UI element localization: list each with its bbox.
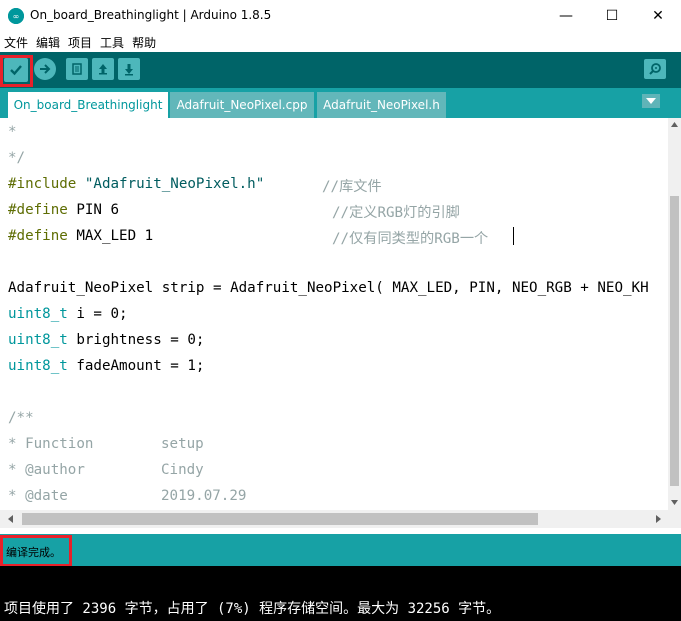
- tab-menu-button[interactable]: [642, 94, 660, 108]
- vertical-scrollbar[interactable]: [668, 118, 681, 510]
- close-button[interactable]: ✕: [635, 0, 681, 32]
- code-line: * Function: [8, 436, 94, 452]
- toolbar: [0, 52, 681, 88]
- open-button[interactable]: [92, 58, 114, 80]
- arduino-logo-icon: ∞: [8, 8, 24, 24]
- console-text: 项目使用了 2396 字节，占用了 (7%) 程序存储空间。最大为 32256 …: [4, 601, 501, 617]
- menu-bar: 文件 编辑 项目 工具 帮助: [0, 32, 681, 52]
- scroll-left-icon[interactable]: [8, 515, 13, 523]
- code-comment: //库文件: [322, 179, 382, 195]
- code-line: /**: [8, 410, 34, 426]
- code-line: #define MAX_LED 1: [8, 228, 154, 244]
- scroll-up-icon[interactable]: [671, 122, 678, 127]
- code-line: uint8_t i = 0;: [8, 306, 128, 322]
- code-line: *: [8, 124, 17, 140]
- save-button[interactable]: [118, 58, 140, 80]
- tab-bar: On_board_Breathinglight Adafruit_NeoPixe…: [0, 88, 681, 118]
- save-icon: [125, 64, 133, 76]
- code-line: Adafruit_NeoPixel strip = Adafruit_NeoPi…: [8, 280, 649, 296]
- horizontal-scroll-thumb[interactable]: [22, 513, 538, 525]
- vertical-scroll-thumb[interactable]: [670, 196, 679, 486]
- code-line: * @author: [8, 462, 85, 478]
- serial-monitor-icon: [649, 63, 661, 75]
- code-editor[interactable]: * */ #include "Adafruit_NeoPixel.h" //库文…: [0, 118, 668, 510]
- text-cursor: [513, 227, 514, 245]
- code-line: #include "Adafruit_NeoPixel.h": [8, 176, 265, 192]
- verify-highlight-box: [0, 55, 33, 87]
- code-line-value: setup: [161, 436, 204, 452]
- menu-help[interactable]: 帮助: [128, 34, 160, 51]
- tab-adafruit-neopixel-cpp[interactable]: Adafruit_NeoPixel.cpp: [170, 92, 314, 118]
- menu-sketch[interactable]: 项目: [64, 34, 96, 51]
- maximize-button[interactable]: ☐: [589, 0, 635, 32]
- new-button[interactable]: [66, 58, 88, 80]
- minimize-button[interactable]: —: [543, 0, 589, 32]
- open-icon: [99, 64, 107, 75]
- menu-tools[interactable]: 工具: [96, 34, 128, 51]
- tab-on-board-breathinglight[interactable]: On_board_Breathinglight: [8, 92, 168, 118]
- code-line-value: Cindy: [161, 462, 204, 478]
- horizontal-scrollbar[interactable]: [0, 510, 668, 528]
- chevron-down-icon: [646, 98, 656, 104]
- status-bar: 编译完成。: [0, 534, 681, 566]
- code-line: #define PIN 6: [8, 202, 120, 218]
- code-line: */: [8, 150, 26, 166]
- upload-button[interactable]: [34, 58, 56, 80]
- window-title: On_board_Breathinglight | Arduino 1.8.5: [30, 8, 272, 22]
- code-comment: //仅有同类型的RGB一个: [332, 231, 489, 247]
- code-line: uint8_t fadeAmount = 1;: [8, 358, 205, 374]
- scroll-down-icon[interactable]: [671, 500, 678, 505]
- title-bar: ∞ On_board_Breathinglight | Arduino 1.8.…: [0, 0, 681, 32]
- status-highlight-box: [0, 535, 72, 567]
- menu-edit[interactable]: 编辑: [32, 34, 64, 51]
- console-output[interactable]: 项目使用了 2396 字节，占用了 (7%) 程序存储空间。最大为 32256 …: [0, 566, 681, 621]
- serial-monitor-button[interactable]: [644, 59, 666, 79]
- svg-text:∞: ∞: [13, 12, 20, 21]
- code-line: * @date: [8, 488, 68, 504]
- scroll-right-icon[interactable]: [656, 515, 661, 523]
- code-line: uint8_t brightness = 0;: [8, 332, 205, 348]
- code-comment: //定义RGB灯的引脚: [332, 205, 460, 221]
- tab-adafruit-neopixel-h[interactable]: Adafruit_NeoPixel.h: [317, 92, 446, 118]
- code-line-value: 2019.07.29: [161, 488, 247, 504]
- menu-file[interactable]: 文件: [0, 34, 32, 51]
- upload-icon: [40, 64, 51, 74]
- scrollbar-corner: [668, 510, 681, 528]
- new-icon: [72, 63, 82, 75]
